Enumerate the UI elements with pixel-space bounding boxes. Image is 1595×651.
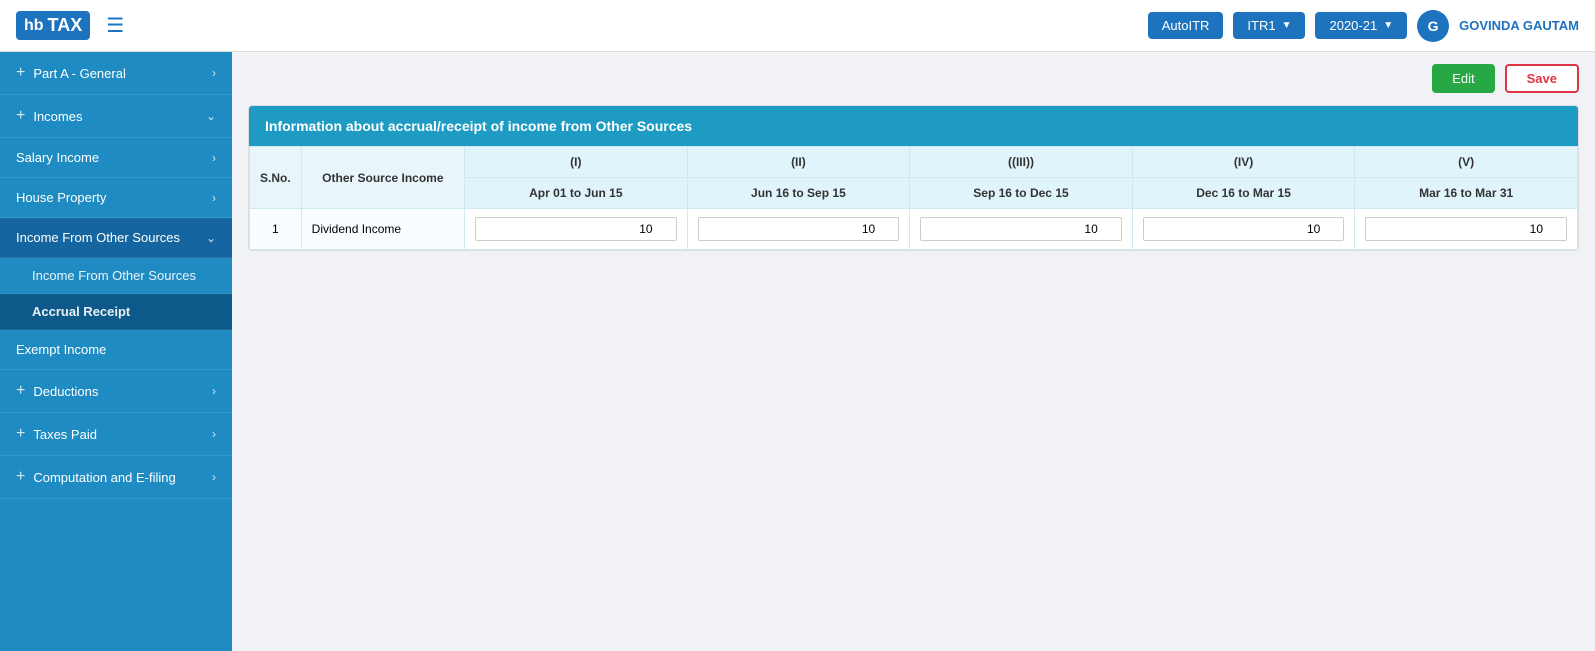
toolbar: Edit Save [248, 64, 1579, 93]
sidebar-sub-income-from-other-sources[interactable]: Income From Other Sources [0, 258, 232, 294]
col2-date-header: Jun 16 to Sep 15 [687, 178, 910, 209]
app-logo: hb TAX [16, 11, 90, 40]
col2-num-header: (II) [687, 147, 910, 178]
logo-tax: TAX [48, 15, 83, 36]
col1-num-header: (I) [465, 147, 688, 178]
user-name: GOVINDA GAUTAM [1459, 18, 1579, 33]
chevron-right-icon: › [212, 66, 216, 80]
col-other-source-header: Other Source Income [301, 147, 464, 209]
col4-num-header: (IV) [1132, 147, 1355, 178]
col3-date-header: Sep 16 to Dec 15 [910, 178, 1133, 209]
cell-col5 [1355, 209, 1578, 250]
header-right: AutoITR ITR1 ▼ 2020-21 ▼ G GOVINDA GAUTA… [1148, 10, 1579, 42]
plus-icon: + [16, 468, 25, 486]
col3-num-header: ((III)) [910, 147, 1133, 178]
sidebar-sub-accrual-receipt[interactable]: Accrual Receipt [0, 294, 232, 330]
sidebar-item-exempt-income[interactable]: Exempt Income [0, 330, 232, 370]
sidebar-item-computation-efiling[interactable]: + Computation and E-filing › [0, 456, 232, 499]
chevron-right-icon: › [212, 191, 216, 205]
input-col4[interactable] [1143, 217, 1345, 241]
card-header-title: Information about accrual/receipt of inc… [249, 106, 1578, 146]
year-dropdown[interactable]: 2020-21 ▼ [1315, 12, 1407, 39]
col5-date-header: Mar 16 to Mar 31 [1355, 178, 1578, 209]
col5-num-header: (V) [1355, 147, 1578, 178]
autoitr-button[interactable]: AutoITR [1148, 12, 1224, 39]
cell-income-name: Dividend Income [301, 209, 464, 250]
header-left: hb TAX ☰ [16, 11, 124, 40]
chevron-down-icon: ⌄ [206, 231, 216, 245]
year-dropdown-arrow: ▼ [1383, 20, 1393, 31]
input-col1[interactable] [475, 217, 677, 241]
cell-col2 [687, 209, 910, 250]
sidebar-item-income-from-other-sources[interactable]: Income From Other Sources ⌄ [0, 218, 232, 258]
sidebar: + Part A - General › + Incomes ⌄ Salary … [0, 52, 232, 651]
sidebar-item-taxes-paid[interactable]: + Taxes Paid › [0, 413, 232, 456]
sidebar-item-deductions[interactable]: + Deductions › [0, 370, 232, 413]
accrual-receipt-table: S.No. Other Source Income (I) (II) ((III… [249, 146, 1578, 250]
col1-date-header: Apr 01 to Jun 15 [465, 178, 688, 209]
sidebar-item-salary-income[interactable]: Salary Income › [0, 138, 232, 178]
input-col5[interactable] [1365, 217, 1567, 241]
input-col3[interactable] [920, 217, 1122, 241]
user-avatar: G [1417, 10, 1449, 42]
cell-sno: 1 [250, 209, 302, 250]
chevron-right-icon: › [212, 384, 216, 398]
accrual-receipt-card: Information about accrual/receipt of inc… [248, 105, 1579, 251]
plus-icon: + [16, 382, 25, 400]
sidebar-item-house-property[interactable]: House Property › [0, 178, 232, 218]
plus-icon: + [16, 107, 25, 125]
hamburger-icon[interactable]: ☰ [106, 13, 124, 38]
chevron-down-icon: ⌄ [206, 109, 216, 123]
col-sno-header: S.No. [250, 147, 302, 209]
col4-date-header: Dec 16 to Mar 15 [1132, 178, 1355, 209]
edit-button[interactable]: Edit [1432, 64, 1494, 93]
chevron-right-icon: › [212, 427, 216, 441]
cell-col3 [910, 209, 1133, 250]
logo-hb: hb [24, 17, 44, 35]
app-header: hb TAX ☰ AutoITR ITR1 ▼ 2020-21 ▼ G GOVI… [0, 0, 1595, 52]
main-content: Edit Save Information about accrual/rece… [232, 52, 1595, 651]
plus-icon: + [16, 64, 25, 82]
cell-col1 [465, 209, 688, 250]
itr1-dropdown[interactable]: ITR1 ▼ [1233, 12, 1305, 39]
table-row: 1Dividend Income [250, 209, 1578, 250]
plus-icon: + [16, 425, 25, 443]
chevron-right-icon: › [212, 151, 216, 165]
main-layout: + Part A - General › + Incomes ⌄ Salary … [0, 52, 1595, 651]
chevron-right-icon: › [212, 470, 216, 484]
cell-col4 [1132, 209, 1355, 250]
sidebar-item-part-a-general[interactable]: + Part A - General › [0, 52, 232, 95]
sidebar-item-incomes[interactable]: + Incomes ⌄ [0, 95, 232, 138]
itr1-dropdown-arrow: ▼ [1282, 20, 1292, 31]
input-col2[interactable] [698, 217, 900, 241]
save-button[interactable]: Save [1505, 64, 1579, 93]
